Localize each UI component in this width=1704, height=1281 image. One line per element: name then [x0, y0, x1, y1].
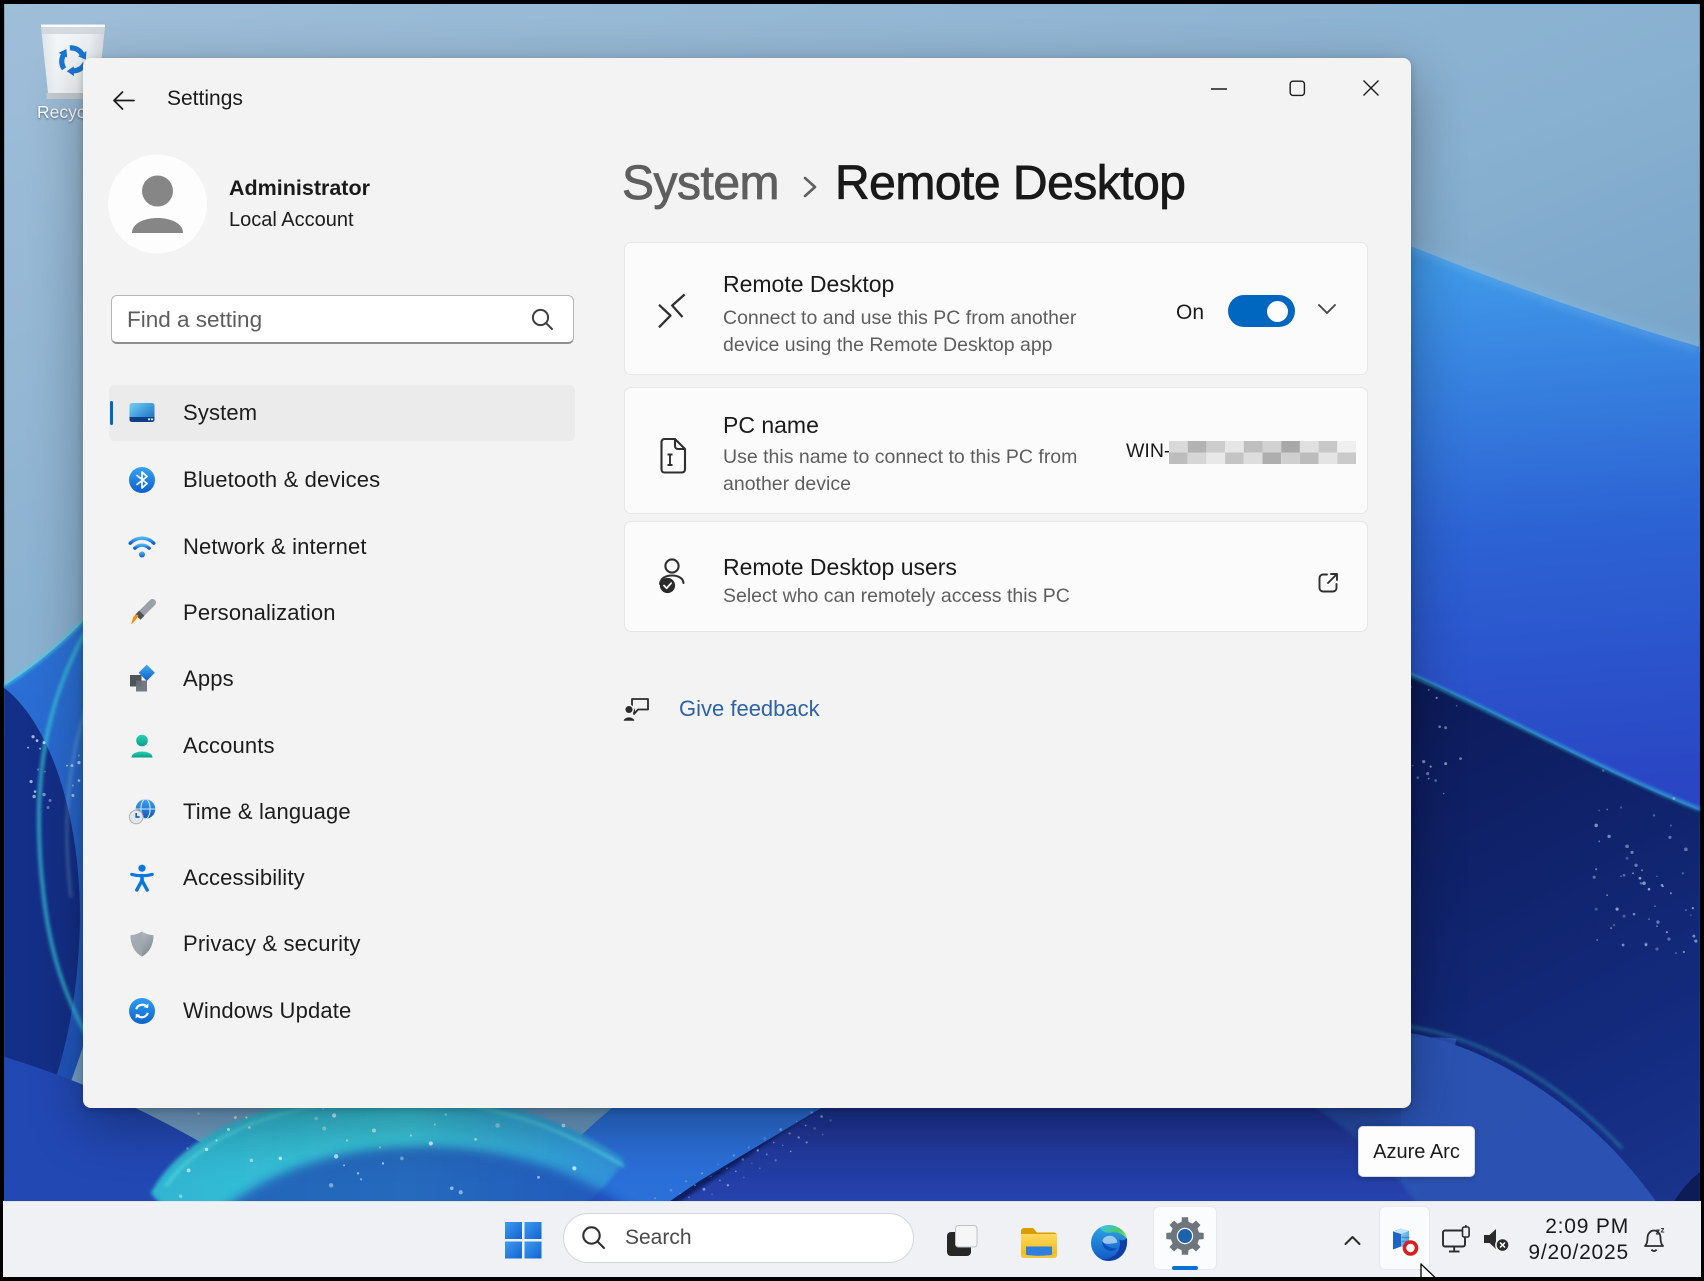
svg-text:z: z	[1661, 1226, 1665, 1235]
